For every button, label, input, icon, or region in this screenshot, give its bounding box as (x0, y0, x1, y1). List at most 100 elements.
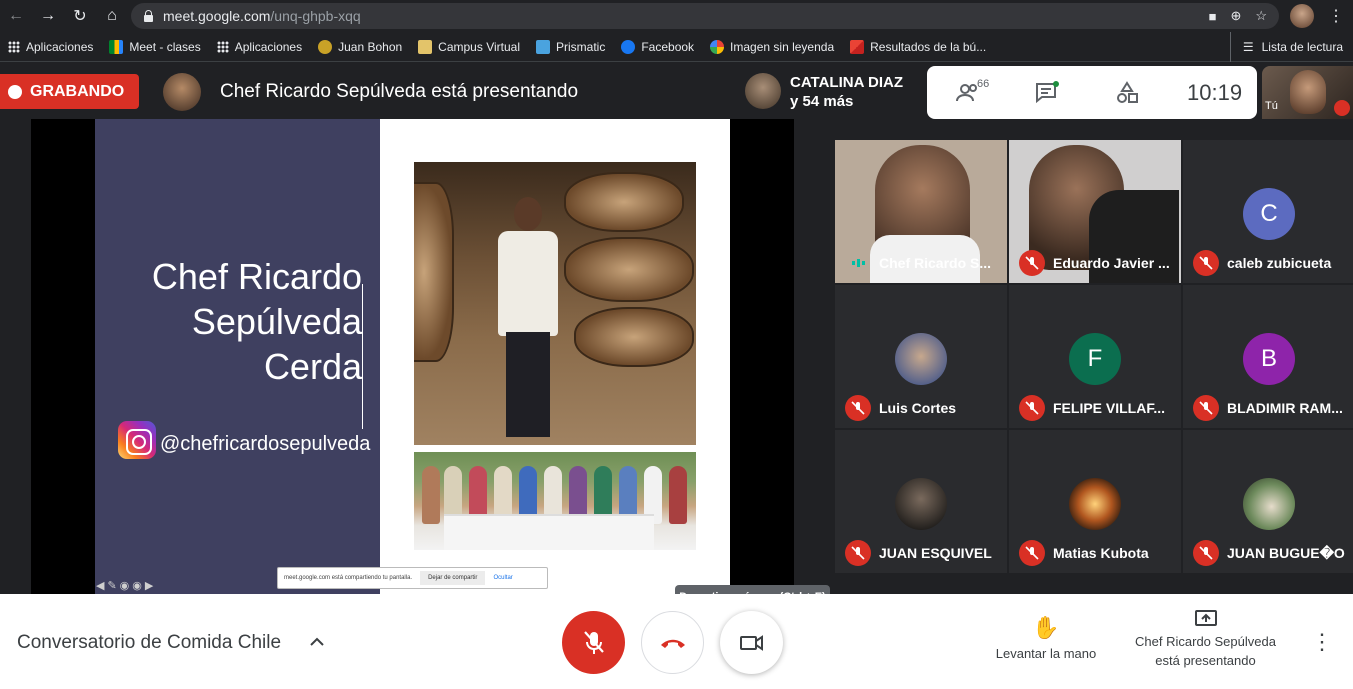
mic-off-icon (1019, 395, 1045, 421)
reading-list-label: Lista de lectura (1261, 40, 1343, 54)
presenting-title: Chef Ricardo Sepúlveda está presentando (220, 81, 579, 102)
mic-off-icon (1019, 540, 1045, 566)
participant-tile[interactable]: Eduardo Javier ... (1009, 140, 1181, 283)
reading-list-button[interactable]: ☰ Lista de lectura (1229, 32, 1343, 62)
hang-up-icon (660, 639, 685, 648)
meet-icon (109, 39, 124, 54)
present-label-line1: Chef Ricardo Sepúlveda (1135, 634, 1276, 649)
microphone-toggle-button[interactable] (562, 611, 625, 674)
presenter-avatar (163, 73, 201, 111)
participant-name: JUAN ESQUIVEL (879, 545, 992, 561)
slide-photo-chef (414, 162, 696, 445)
participant-avatar (1243, 478, 1295, 530)
active-speaker[interactable]: CATALINA DIAZ y 54 más (790, 73, 903, 111)
address-bar[interactable]: meet.google.com/unq-ghpb-xqq ■ ⊕ ☆ (131, 3, 1279, 29)
camera-indicator-icon[interactable]: ■ (1209, 9, 1217, 24)
slide-divider (362, 284, 363, 429)
camera-toggle-button[interactable] (720, 611, 783, 674)
bookmark-label: Imagen sin leyenda (730, 39, 835, 54)
participant-avatar (895, 333, 947, 385)
people-count: 66 (977, 78, 990, 90)
screen-share-notice: meet.google.com está compartiendo tu pan… (277, 567, 548, 589)
participant-avatar: F (1069, 333, 1121, 385)
bookmark-label: Aplicaciones (234, 39, 303, 54)
record-dot-icon (8, 84, 22, 99)
participant-tile[interactable]: Matias Kubota (1009, 430, 1181, 573)
instagram-handle: @chefricardosepulveda (160, 433, 371, 455)
slide-tools-icon[interactable]: ◀✎◉◉▶ (96, 579, 156, 592)
leave-call-button[interactable] (641, 611, 704, 674)
url-domain: meet.google.com (163, 8, 271, 24)
bookmark-label: Facebook (641, 39, 695, 54)
mic-off-icon (1334, 100, 1350, 116)
recording-badge[interactable]: GRABANDO (0, 74, 139, 109)
bookmark-label: Meet - clases (129, 39, 201, 54)
reading-list-icon: ☰ (1242, 40, 1254, 54)
photos-icon (710, 39, 725, 54)
slide-title: Chef Ricardo Sepúlveda Cerda (110, 254, 362, 389)
star-icon[interactable]: ☆ (1255, 8, 1267, 24)
raise-hand-button[interactable]: ✋ Levantar la mano (985, 614, 1107, 661)
bookmark-prismatic[interactable]: Prismatic (528, 32, 613, 62)
home-icon[interactable]: ⌂ (96, 0, 128, 32)
bookmark-campus-virtual[interactable]: Campus Virtual (410, 32, 528, 62)
mic-off-icon (845, 540, 871, 566)
meeting-title[interactable]: Conversatorio de Comida Chile (17, 632, 281, 654)
present-icon (1123, 606, 1288, 632)
participant-name: BLADIMIR RAM... (1227, 400, 1343, 416)
meet-top-bar: GRABANDO Chef Ricardo Sepúlveda está pre… (0, 62, 1353, 119)
camera-icon (739, 634, 763, 651)
bookmark-label: Juan Bohon (338, 39, 403, 54)
present-now-button[interactable]: Chef Ricardo Sepúlveda está presentando (1123, 606, 1288, 670)
participant-tile[interactable]: JUAN ESQUIVEL (835, 430, 1007, 573)
bookmark-facebook[interactable]: Facebook (613, 32, 702, 62)
bookmark-resultados[interactable]: Resultados de la bú... (842, 32, 994, 62)
chat-icon (1036, 81, 1059, 104)
bookmark-aplicaciones-2[interactable]: Aplicaciones (209, 32, 310, 62)
lock-icon (143, 10, 153, 22)
back-arrow-icon[interactable]: ← (0, 0, 32, 32)
bookmark-imagen-sin-leyenda[interactable]: Imagen sin leyenda (702, 32, 842, 62)
participant-tile[interactable]: Luis Cortes (835, 285, 1007, 428)
participant-tile[interactable]: JUAN BUGUE�O (1183, 430, 1353, 573)
hide-notice-link[interactable]: Ocultar (493, 575, 512, 581)
participant-tile[interactable]: B BLADIMIR RAM... (1183, 285, 1353, 428)
bookmarks-bar: Aplicaciones Meet - clases Aplicaciones … (0, 32, 1353, 62)
participant-tile[interactable]: Chef Ricardo S... (835, 140, 1007, 283)
mic-off-icon (1193, 395, 1219, 421)
bookmark-icon (536, 39, 550, 54)
browser-menu-icon[interactable]: ⋮ (1326, 0, 1346, 32)
participant-avatar: C (1243, 188, 1295, 240)
instagram-icon (118, 421, 156, 459)
meeting-controls-bar: Conversatorio de Comida Chile ✋ Levantar… (0, 594, 1353, 689)
chevron-up-icon[interactable] (305, 628, 329, 656)
reload-icon[interactable]: ↻ (64, 0, 96, 32)
bookmark-juan-bohon[interactable]: Juan Bohon (310, 32, 410, 62)
participant-name: Luis Cortes (879, 400, 957, 416)
self-view-tile[interactable]: Tú (1262, 66, 1353, 119)
profile-avatar[interactable] (1290, 4, 1314, 28)
mic-off-icon (845, 395, 871, 421)
more-options-icon[interactable]: ⋮ (1311, 628, 1333, 656)
forward-arrow-icon[interactable]: → (32, 0, 64, 32)
participant-name: Eduardo Javier ... (1053, 255, 1170, 271)
zoom-icon[interactable]: ⊕ (1230, 8, 1241, 24)
mic-off-icon (583, 630, 604, 654)
participant-tile[interactable]: F FELIPE VILLAF... (1009, 285, 1181, 428)
facebook-icon (621, 39, 636, 54)
stop-sharing-button[interactable]: Dejar de compartir (420, 571, 486, 585)
people-button[interactable]: 66 (949, 76, 989, 110)
apps-icon (8, 40, 20, 53)
share-notice-text: meet.google.com está compartiendo tu pan… (284, 575, 413, 581)
mic-off-icon (1193, 540, 1219, 566)
present-label-line2: está presentando (1155, 653, 1256, 668)
bookmark-meet-clases[interactable]: Meet - clases (101, 32, 208, 62)
chat-button[interactable] (1027, 76, 1067, 110)
participant-name: FELIPE VILLAF... (1053, 400, 1166, 416)
raise-hand-label: Levantar la mano (995, 646, 1097, 661)
bookmark-label: Aplicaciones (26, 39, 94, 54)
activities-button[interactable] (1107, 76, 1147, 110)
participants-grid: Chef Ricardo S... Eduardo Javier ... C c… (835, 140, 1353, 575)
bookmark-aplicaciones[interactable]: Aplicaciones (0, 32, 101, 62)
participant-tile[interactable]: C caleb zubicueta (1183, 140, 1353, 283)
